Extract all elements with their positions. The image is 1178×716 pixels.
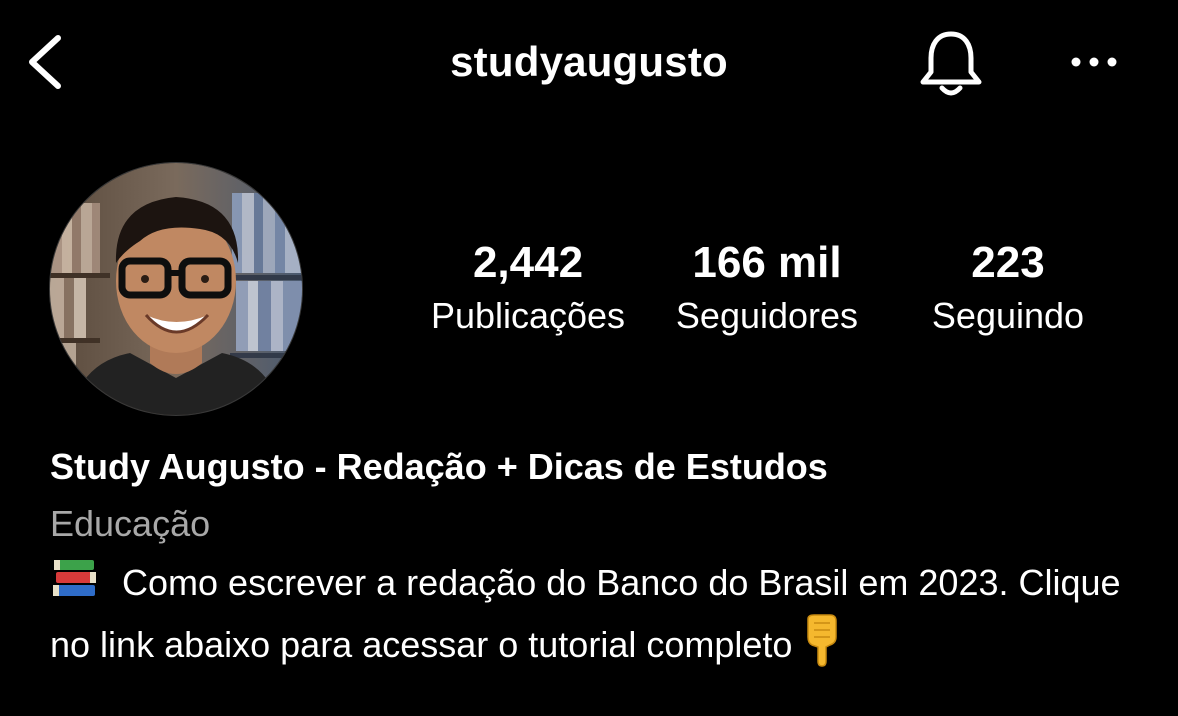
stat-following-label: Seguindo (931, 295, 1085, 336)
bell-icon (920, 31, 982, 96)
stat-followers[interactable]: 166 mil Seguidores (656, 240, 878, 338)
profile-screen: studyaugusto 2,442 Publicações 166 mil S… (0, 0, 1178, 716)
stat-posts-label: Publicações (430, 295, 626, 336)
profile-bio: Como escrever a redação do Banco do Bras… (50, 556, 1140, 682)
profile-username: studyaugusto (450, 38, 728, 85)
profile-category: Educação (50, 503, 211, 544)
stat-posts[interactable]: 2,442 Publicações (418, 240, 638, 338)
notifications-button[interactable] (913, 28, 989, 100)
more-horizontal-icon (1071, 57, 1117, 67)
stat-following-value: 223 (971, 238, 1045, 287)
books-emoji-icon (50, 558, 102, 613)
profile-display-name: Study Augusto - Redação + Dicas de Estud… (50, 446, 828, 487)
pointing-down-hand-emoji-icon (802, 613, 842, 682)
stat-followers-value: 166 mil (692, 238, 842, 287)
stat-followers-label: Seguidores (675, 295, 859, 336)
stat-posts-value: 2,442 (472, 238, 584, 287)
avatar-photo (50, 163, 302, 415)
more-options-button[interactable] (1062, 44, 1132, 80)
bio-text: Como escrever a redação do Banco do Bras… (50, 562, 1121, 665)
stat-following[interactable]: 223 Seguindo (912, 240, 1104, 338)
profile-avatar[interactable] (50, 163, 302, 415)
